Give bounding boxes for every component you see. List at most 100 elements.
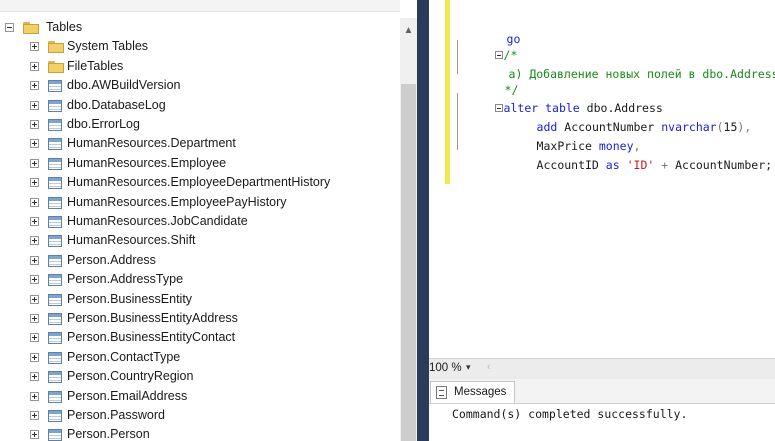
punctuation: ( xyxy=(716,120,724,134)
tree-node-label: dbo.DatabaseLog xyxy=(67,97,166,112)
expand-icon[interactable] xyxy=(30,391,39,401)
punctuation: ), xyxy=(737,120,752,134)
expand-icon[interactable] xyxy=(30,255,39,265)
editor-status-strip: 100 % ▾ ‹ xyxy=(429,358,775,379)
zoom-level[interactable]: 100 % xyxy=(429,362,462,374)
table-icon xyxy=(48,332,62,345)
folder-icon xyxy=(48,41,64,54)
tab-messages[interactable]: Messages xyxy=(430,381,515,403)
tree-node[interactable]: FileTables xyxy=(0,57,398,76)
tree-node-label: Person.BusinessEntityAddress xyxy=(67,311,238,325)
tree-node[interactable]: Person.BusinessEntityAddress xyxy=(0,309,398,328)
expand-icon[interactable] xyxy=(30,430,39,440)
table-icon xyxy=(48,99,62,112)
tree-node[interactable]: Person.EmailAddress xyxy=(0,387,398,406)
keyword: nvarchar xyxy=(661,120,717,134)
expand-icon[interactable] xyxy=(30,197,39,207)
tree-node[interactable]: HumanResources.Department xyxy=(0,134,398,153)
pane-splitter[interactable] xyxy=(417,0,429,441)
changed-lines-margin xyxy=(445,0,450,184)
table-icon xyxy=(48,138,62,151)
tree-node-label: Person.BusinessEntityContact xyxy=(67,330,236,345)
object-explorer: Tables System Tables FileTables dbo.AWBuil… xyxy=(0,0,417,441)
code-line-4: */ xyxy=(463,62,519,97)
zoom-dropdown-icon[interactable]: ▾ xyxy=(466,362,471,373)
tree-node[interactable]: Person.BusinessEntity xyxy=(0,290,398,309)
expand-icon[interactable] xyxy=(30,314,39,323)
number: 15 xyxy=(723,120,738,134)
tree-node-label: Person.Person xyxy=(67,427,150,441)
tree-node[interactable]: System Tables xyxy=(0,37,398,56)
identifier: AccountID xyxy=(536,158,599,172)
expand-icon[interactable] xyxy=(30,411,39,420)
table-icon xyxy=(48,119,62,131)
code-line-8: AccountID as 'ID' + AccountNumber; xyxy=(495,137,773,172)
tree-node-label: HumanResources.EmployeePayHistory xyxy=(67,194,287,209)
tree-node[interactable]: Person.Password xyxy=(0,406,398,425)
tree-node[interactable]: Person.Person xyxy=(0,425,398,441)
tree-node-tables[interactable]: Tables xyxy=(0,18,398,37)
expand-icon[interactable] xyxy=(30,139,39,149)
tree-node-label: FileTables xyxy=(67,58,124,73)
table-icon xyxy=(48,274,62,287)
tree-node[interactable]: Person.Address xyxy=(0,251,398,270)
tree-node-label: Person.ContactType xyxy=(67,349,181,364)
tree-node-label: HumanResources.Employee xyxy=(67,155,227,170)
keyword: as xyxy=(605,158,620,172)
query-editor[interactable]: go /* a) Добавление новых полей в dbo.Ad… xyxy=(429,0,775,358)
tree-node-label: HumanResources.Shift xyxy=(67,233,196,248)
scroll-up-arrow-icon[interactable]: ▲ xyxy=(400,22,417,39)
expand-icon[interactable] xyxy=(30,236,39,246)
expand-icon[interactable] xyxy=(30,275,39,285)
tree-node[interactable]: Person.BusinessEntityContact xyxy=(0,328,398,347)
expand-icon[interactable] xyxy=(30,178,39,188)
table-icon xyxy=(48,410,62,422)
expand-icon[interactable] xyxy=(30,158,39,168)
identifier: AccountNumber; xyxy=(675,158,773,172)
expand-icon[interactable] xyxy=(30,120,39,129)
folder-icon xyxy=(23,22,39,34)
outline-guide xyxy=(457,40,458,74)
tree-node-label: Person.Password xyxy=(67,408,165,422)
tree-node[interactable]: HumanResources.JobCandidate xyxy=(0,212,398,231)
code-line-6: add AccountNumber nvarchar(15), xyxy=(495,99,752,134)
tree-node-label: Person.BusinessEntity xyxy=(67,291,193,306)
tree-node-label: Tables xyxy=(46,20,83,34)
expand-icon[interactable] xyxy=(30,61,39,71)
expand-icon[interactable] xyxy=(30,42,39,52)
expand-icon[interactable] xyxy=(30,372,39,382)
code-line-7: MaxPrice money, xyxy=(495,118,641,153)
tree-node-label: Person.CountryRegion xyxy=(67,369,194,384)
expand-icon[interactable] xyxy=(30,352,39,362)
tree-node-label: System Tables xyxy=(67,39,149,54)
tree-node[interactable]: dbo.AWBuildVersion xyxy=(0,76,398,95)
tree-node[interactable]: Person.AddressType xyxy=(0,270,398,289)
tree-node[interactable]: HumanResources.Shift xyxy=(0,231,398,250)
tab-label: Messages xyxy=(454,386,507,398)
scroll-left-icon[interactable]: ‹ xyxy=(487,361,491,373)
expand-icon[interactable] xyxy=(30,294,39,304)
tree-node[interactable]: Person.ContactType xyxy=(0,348,398,367)
table-icon xyxy=(48,196,62,209)
tree-node-label: dbo.ErrorLog xyxy=(67,117,140,131)
expand-icon[interactable] xyxy=(30,217,39,226)
tree-node[interactable]: HumanResources.Employee xyxy=(0,154,398,173)
expand-icon[interactable] xyxy=(30,81,39,91)
table-icon xyxy=(48,293,62,306)
tree-node[interactable]: dbo.ErrorLog xyxy=(0,115,398,134)
collapse-icon[interactable] xyxy=(5,23,14,32)
table-icon xyxy=(48,80,62,93)
messages-icon xyxy=(436,386,447,399)
scrollbar-thumb[interactable] xyxy=(401,84,416,441)
tree-node-label: dbo.AWBuildVersion xyxy=(67,78,181,93)
expand-icon[interactable] xyxy=(30,333,39,343)
explorer-vertical-scrollbar[interactable]: ▲ xyxy=(400,18,417,441)
tree-node[interactable]: HumanResources.EmployeeDepartmentHistory xyxy=(0,173,398,192)
outline-guide xyxy=(457,93,458,150)
tree-node[interactable]: dbo.DatabaseLog xyxy=(0,96,398,115)
tree-node[interactable]: HumanResources.EmployeePayHistory xyxy=(0,193,398,212)
tree-node[interactable]: Person.CountryRegion xyxy=(0,367,398,386)
table-icon xyxy=(48,254,62,267)
expand-icon[interactable] xyxy=(30,100,39,110)
table-icon xyxy=(48,351,62,364)
